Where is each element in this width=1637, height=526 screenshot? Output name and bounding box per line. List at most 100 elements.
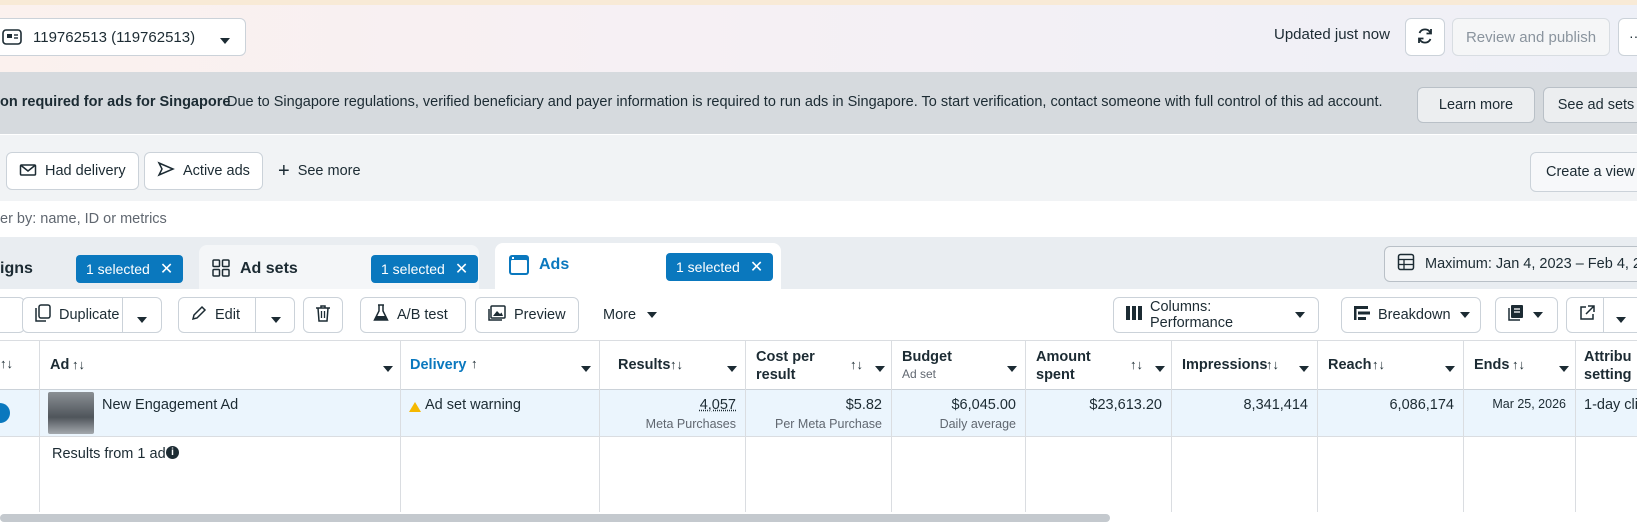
ad-thumbnail[interactable] xyxy=(48,392,94,434)
ads-selected-pill[interactable]: 1 selected ✕ xyxy=(666,253,773,281)
footer-cell xyxy=(401,436,600,512)
header-amount-spent[interactable]: Amount spent ↑↓ xyxy=(1026,340,1172,390)
header-ends[interactable]: Ends ↑↓ xyxy=(1464,340,1576,390)
sort-icon[interactable]: ↑↓ xyxy=(72,356,85,374)
cell-impressions: 8,341,414 xyxy=(1172,390,1318,436)
account-selector[interactable]: 119762513 (119762513) xyxy=(0,18,246,56)
overflow-menu-button[interactable]: ··· xyxy=(1618,18,1637,56)
header-budget[interactable]: Budget Ad set xyxy=(892,340,1026,390)
breakdown-button[interactable]: Breakdown xyxy=(1341,297,1481,333)
date-range-picker[interactable]: Maximum: Jan 4, 2023 – Feb 4, 20 xyxy=(1384,246,1637,282)
chevron-down-icon[interactable] xyxy=(383,361,393,377)
review-and-publish-button[interactable]: Review and publish xyxy=(1452,18,1610,56)
header-impressions[interactable]: Impressions ↑↓ xyxy=(1172,340,1318,390)
chevron-down-icon[interactable] xyxy=(1445,361,1455,377)
active-ads-label: Active ads xyxy=(183,163,250,179)
columns-icon xyxy=(1126,306,1142,324)
image-preview-icon xyxy=(488,305,506,325)
footer-cell xyxy=(0,436,40,512)
duplicate-button[interactable]: Duplicate xyxy=(22,297,162,333)
cost-sub: Per Meta Purchase xyxy=(775,417,882,431)
cell-delivery: Ad set warning xyxy=(401,390,600,436)
had-delivery-label: Had delivery xyxy=(45,163,126,179)
header-reach[interactable]: Reach ↑↓ xyxy=(1318,340,1464,390)
date-range-label: Maximum: Jan 4, 2023 – Feb 4, 20 xyxy=(1425,256,1637,272)
chevron-down-icon[interactable] xyxy=(875,361,885,377)
sort-icon[interactable]: ↑↓ xyxy=(850,356,863,374)
header-reach-label: Reach xyxy=(1328,356,1372,374)
campaigns-selected-pill[interactable]: 1 selected ✕ xyxy=(76,255,183,283)
search-bar[interactable]: er by: name, ID or metrics xyxy=(0,201,1637,237)
status-toggle[interactable] xyxy=(0,403,10,423)
refresh-button[interactable] xyxy=(1405,18,1445,56)
sort-icon[interactable]: ↑↓ xyxy=(1512,356,1525,374)
preview-button[interactable]: Preview xyxy=(475,297,579,333)
learn-more-button[interactable]: Learn more xyxy=(1417,87,1535,123)
chevron-down-icon[interactable] xyxy=(1559,361,1569,377)
close-icon[interactable]: ✕ xyxy=(455,259,468,279)
delete-button[interactable] xyxy=(303,297,343,333)
header-attribution[interactable]: Attribu setting xyxy=(1576,340,1637,390)
header-ad[interactable]: Ad ↑↓ xyxy=(40,340,401,390)
results-value[interactable]: 4,057 xyxy=(700,397,736,413)
row-toggle-cell[interactable] xyxy=(0,390,40,436)
chevron-down-icon xyxy=(1532,307,1544,323)
sort-icon[interactable]: ↑↓ xyxy=(1266,356,1279,374)
header-cell-toggle[interactable]: ↑↓ xyxy=(0,340,40,390)
chevron-down-icon[interactable] xyxy=(1155,361,1165,377)
sort-icon[interactable]: ↑↓ xyxy=(1130,356,1143,374)
columns-button[interactable]: Columns: Performance xyxy=(1113,297,1319,333)
see-more-label: See more xyxy=(298,163,361,179)
header-results-label: Results xyxy=(618,356,670,374)
close-icon[interactable]: ✕ xyxy=(750,257,763,277)
header-cost-label-2: result xyxy=(756,366,796,384)
header-amount-label-1: Amount xyxy=(1036,348,1091,366)
info-icon[interactable]: i xyxy=(166,446,179,459)
footer-cell xyxy=(1464,436,1576,512)
ad-sets-selected-pill[interactable]: 1 selected ✕ xyxy=(371,255,478,283)
cell-attribution: 1-day cli xyxy=(1576,390,1637,436)
sort-ascending-icon[interactable]: ↑ xyxy=(471,355,478,373)
header-delivery[interactable]: Delivery ↑ xyxy=(401,340,600,390)
create-view-button[interactable]: Create a view xyxy=(1530,152,1637,192)
updated-status: Updated just now xyxy=(1274,26,1390,43)
cell-ends: Mar 25, 2026 xyxy=(1464,390,1576,436)
sort-icon[interactable]: ↑↓ xyxy=(1372,356,1385,374)
header-cost-per-result[interactable]: Cost per result ↑↓ xyxy=(746,340,892,390)
impressions-value: 8,341,414 xyxy=(1243,397,1308,413)
reports-button[interactable] xyxy=(1495,297,1558,333)
chevron-down-icon[interactable] xyxy=(1615,312,1627,328)
chevron-down-icon[interactable] xyxy=(270,312,282,328)
active-ads-filter[interactable]: Active ads xyxy=(144,152,263,190)
chevron-down-icon[interactable] xyxy=(1007,361,1017,377)
see-more-button[interactable]: + See more xyxy=(278,152,361,190)
account-label: 119762513 (119762513) xyxy=(33,29,195,46)
chevron-down-icon[interactable] xyxy=(581,361,591,377)
edit-button[interactable]: Edit xyxy=(178,297,295,333)
verification-banner: on required for ads for Singapore Due to… xyxy=(0,72,1637,134)
see-ad-sets-button[interactable]: See ad sets xyxy=(1543,87,1637,123)
export-button[interactable] xyxy=(1566,297,1637,333)
chevron-down-icon[interactable] xyxy=(727,361,737,377)
cell-ad[interactable]: New Engagement Ad xyxy=(40,390,401,436)
horizontal-scrollbar[interactable] xyxy=(0,514,1110,522)
sort-icon[interactable]: ↑↓ xyxy=(670,356,683,374)
had-delivery-filter[interactable]: Had delivery xyxy=(6,152,139,190)
header-impressions-label: Impressions xyxy=(1182,356,1267,374)
chevron-down-icon[interactable] xyxy=(1299,361,1309,377)
search-input[interactable]: er by: name, ID or metrics xyxy=(0,211,167,227)
header-results[interactable]: Results ↑↓ xyxy=(600,340,746,390)
export-icon xyxy=(1579,305,1595,325)
more-button[interactable]: More xyxy=(603,297,658,333)
flask-icon xyxy=(373,304,389,326)
header-attribution-label-1: Attribu xyxy=(1584,348,1632,366)
ad-name[interactable]: New Engagement Ad xyxy=(102,397,238,413)
ab-test-button[interactable]: A/B test xyxy=(360,297,466,333)
sort-icon[interactable]: ↑↓ xyxy=(0,355,13,373)
chevron-down-icon[interactable] xyxy=(136,312,148,328)
chevron-down-icon xyxy=(1459,307,1471,323)
close-icon[interactable]: ✕ xyxy=(160,259,173,279)
footer-cell xyxy=(1172,436,1318,512)
banner-title: on required for ads for Singapore xyxy=(0,94,230,110)
ends-value: Mar 25, 2026 xyxy=(1492,397,1566,411)
